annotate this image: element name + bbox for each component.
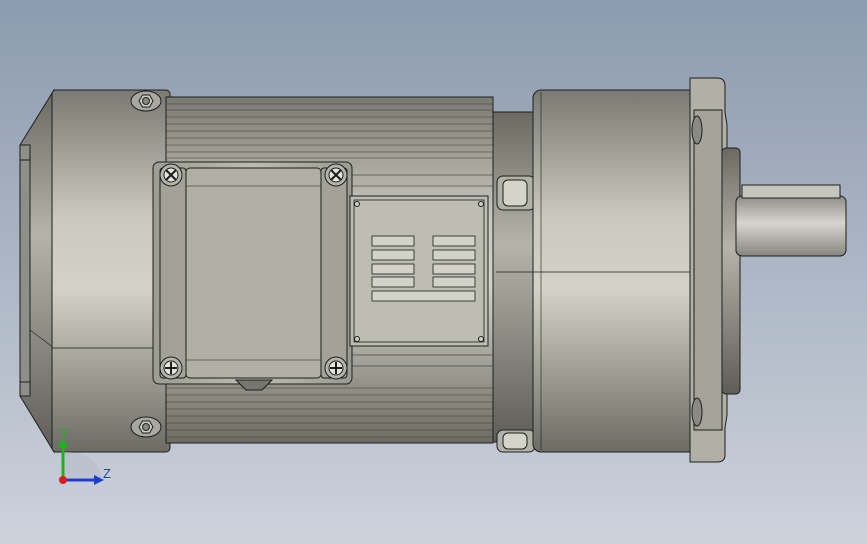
- x-axis-origin: [59, 476, 67, 484]
- output-shaft: [735, 184, 847, 257]
- screw-top-left: [159, 163, 183, 187]
- cad-viewport[interactable]: Y Z: [0, 0, 867, 544]
- rear-end-cover: [19, 88, 171, 454]
- nameplate: [349, 195, 489, 347]
- screw-bottom-left: [159, 356, 183, 380]
- screw-bottom-right: [324, 356, 348, 380]
- gear-motor-model[interactable]: [19, 77, 847, 463]
- y-axis-label: Y: [60, 425, 69, 440]
- hex-bolt-bottom: [130, 416, 162, 438]
- terminal-box: [152, 161, 353, 391]
- z-axis-label: Z: [103, 466, 111, 481]
- front-flange: [492, 111, 536, 453]
- hex-bolt-top: [130, 90, 162, 112]
- screw-top-right: [324, 163, 348, 187]
